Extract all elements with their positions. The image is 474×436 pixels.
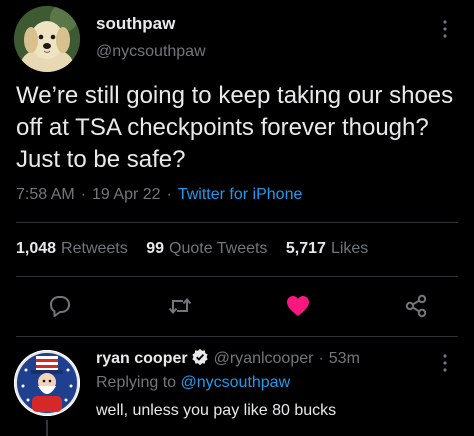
verified-badge-icon bbox=[191, 348, 208, 366]
author-avatar[interactable] bbox=[14, 6, 80, 72]
like-icon[interactable] bbox=[284, 292, 312, 320]
quotes-label: Quote Tweets bbox=[169, 240, 268, 257]
reply-author-avatar[interactable] bbox=[14, 350, 80, 416]
reply-author-handle[interactable]: @ryanlcooper bbox=[214, 350, 314, 367]
likes-stat[interactable]: 5,717 Likes bbox=[286, 240, 368, 257]
retweet-icon[interactable] bbox=[166, 292, 194, 320]
replying-to-line: Replying to @nycsouthpaw bbox=[96, 374, 290, 392]
quotes-stat[interactable]: 99 Quote Tweets bbox=[146, 240, 267, 257]
tweet-meta: 7:58 AM · 19 Apr 22 · Twitter for iPhone bbox=[16, 186, 302, 204]
uncle-sam-avatar-image bbox=[14, 350, 80, 416]
tweet-date[interactable]: 19 Apr 22 bbox=[92, 186, 161, 203]
separator-dot: · bbox=[80, 186, 87, 203]
replying-to-prefix: Replying to bbox=[96, 374, 177, 391]
reply-author-name[interactable]: ryan cooper bbox=[96, 350, 188, 367]
tweet-text: We’re still going to keep taking our sho… bbox=[16, 82, 454, 173]
tweet-stats: 1,048 Retweets 99 Quote Tweets 5,717 Likes bbox=[16, 240, 382, 258]
reply-text: well, unless you pay like 80 bucks bbox=[96, 402, 337, 419]
tweet-time[interactable]: 7:58 AM bbox=[16, 186, 75, 203]
separator-dot: · bbox=[318, 350, 324, 367]
reply-more-options-icon[interactable] bbox=[438, 348, 452, 378]
divider bbox=[16, 336, 458, 337]
retweets-count: 1,048 bbox=[16, 240, 57, 257]
reply-header: ryan cooper @ryanlcooper · 53m bbox=[96, 348, 360, 368]
divider bbox=[16, 222, 458, 223]
author-name[interactable]: southpaw bbox=[96, 14, 175, 34]
likes-count: 5,717 bbox=[285, 240, 326, 257]
author-handle[interactable]: @nycsouthpaw bbox=[96, 43, 206, 61]
thread-connector-line bbox=[46, 420, 48, 436]
quotes-count: 99 bbox=[146, 240, 164, 257]
share-icon[interactable] bbox=[402, 292, 430, 320]
likes-label: Likes bbox=[330, 240, 369, 257]
separator-dot: · bbox=[166, 186, 172, 203]
reply-icon[interactable] bbox=[46, 292, 74, 320]
puppy-avatar-image bbox=[14, 6, 80, 72]
tweet-source-link[interactable]: Twitter for iPhone bbox=[178, 186, 303, 203]
replying-to-handle-link[interactable]: @nycsouthpaw bbox=[181, 374, 291, 391]
divider bbox=[16, 276, 458, 277]
reply-age[interactable]: 53m bbox=[329, 350, 360, 367]
retweets-label: Retweets bbox=[61, 240, 128, 257]
more-options-icon[interactable] bbox=[438, 14, 452, 44]
retweets-stat[interactable]: 1,048 Retweets bbox=[16, 240, 128, 257]
